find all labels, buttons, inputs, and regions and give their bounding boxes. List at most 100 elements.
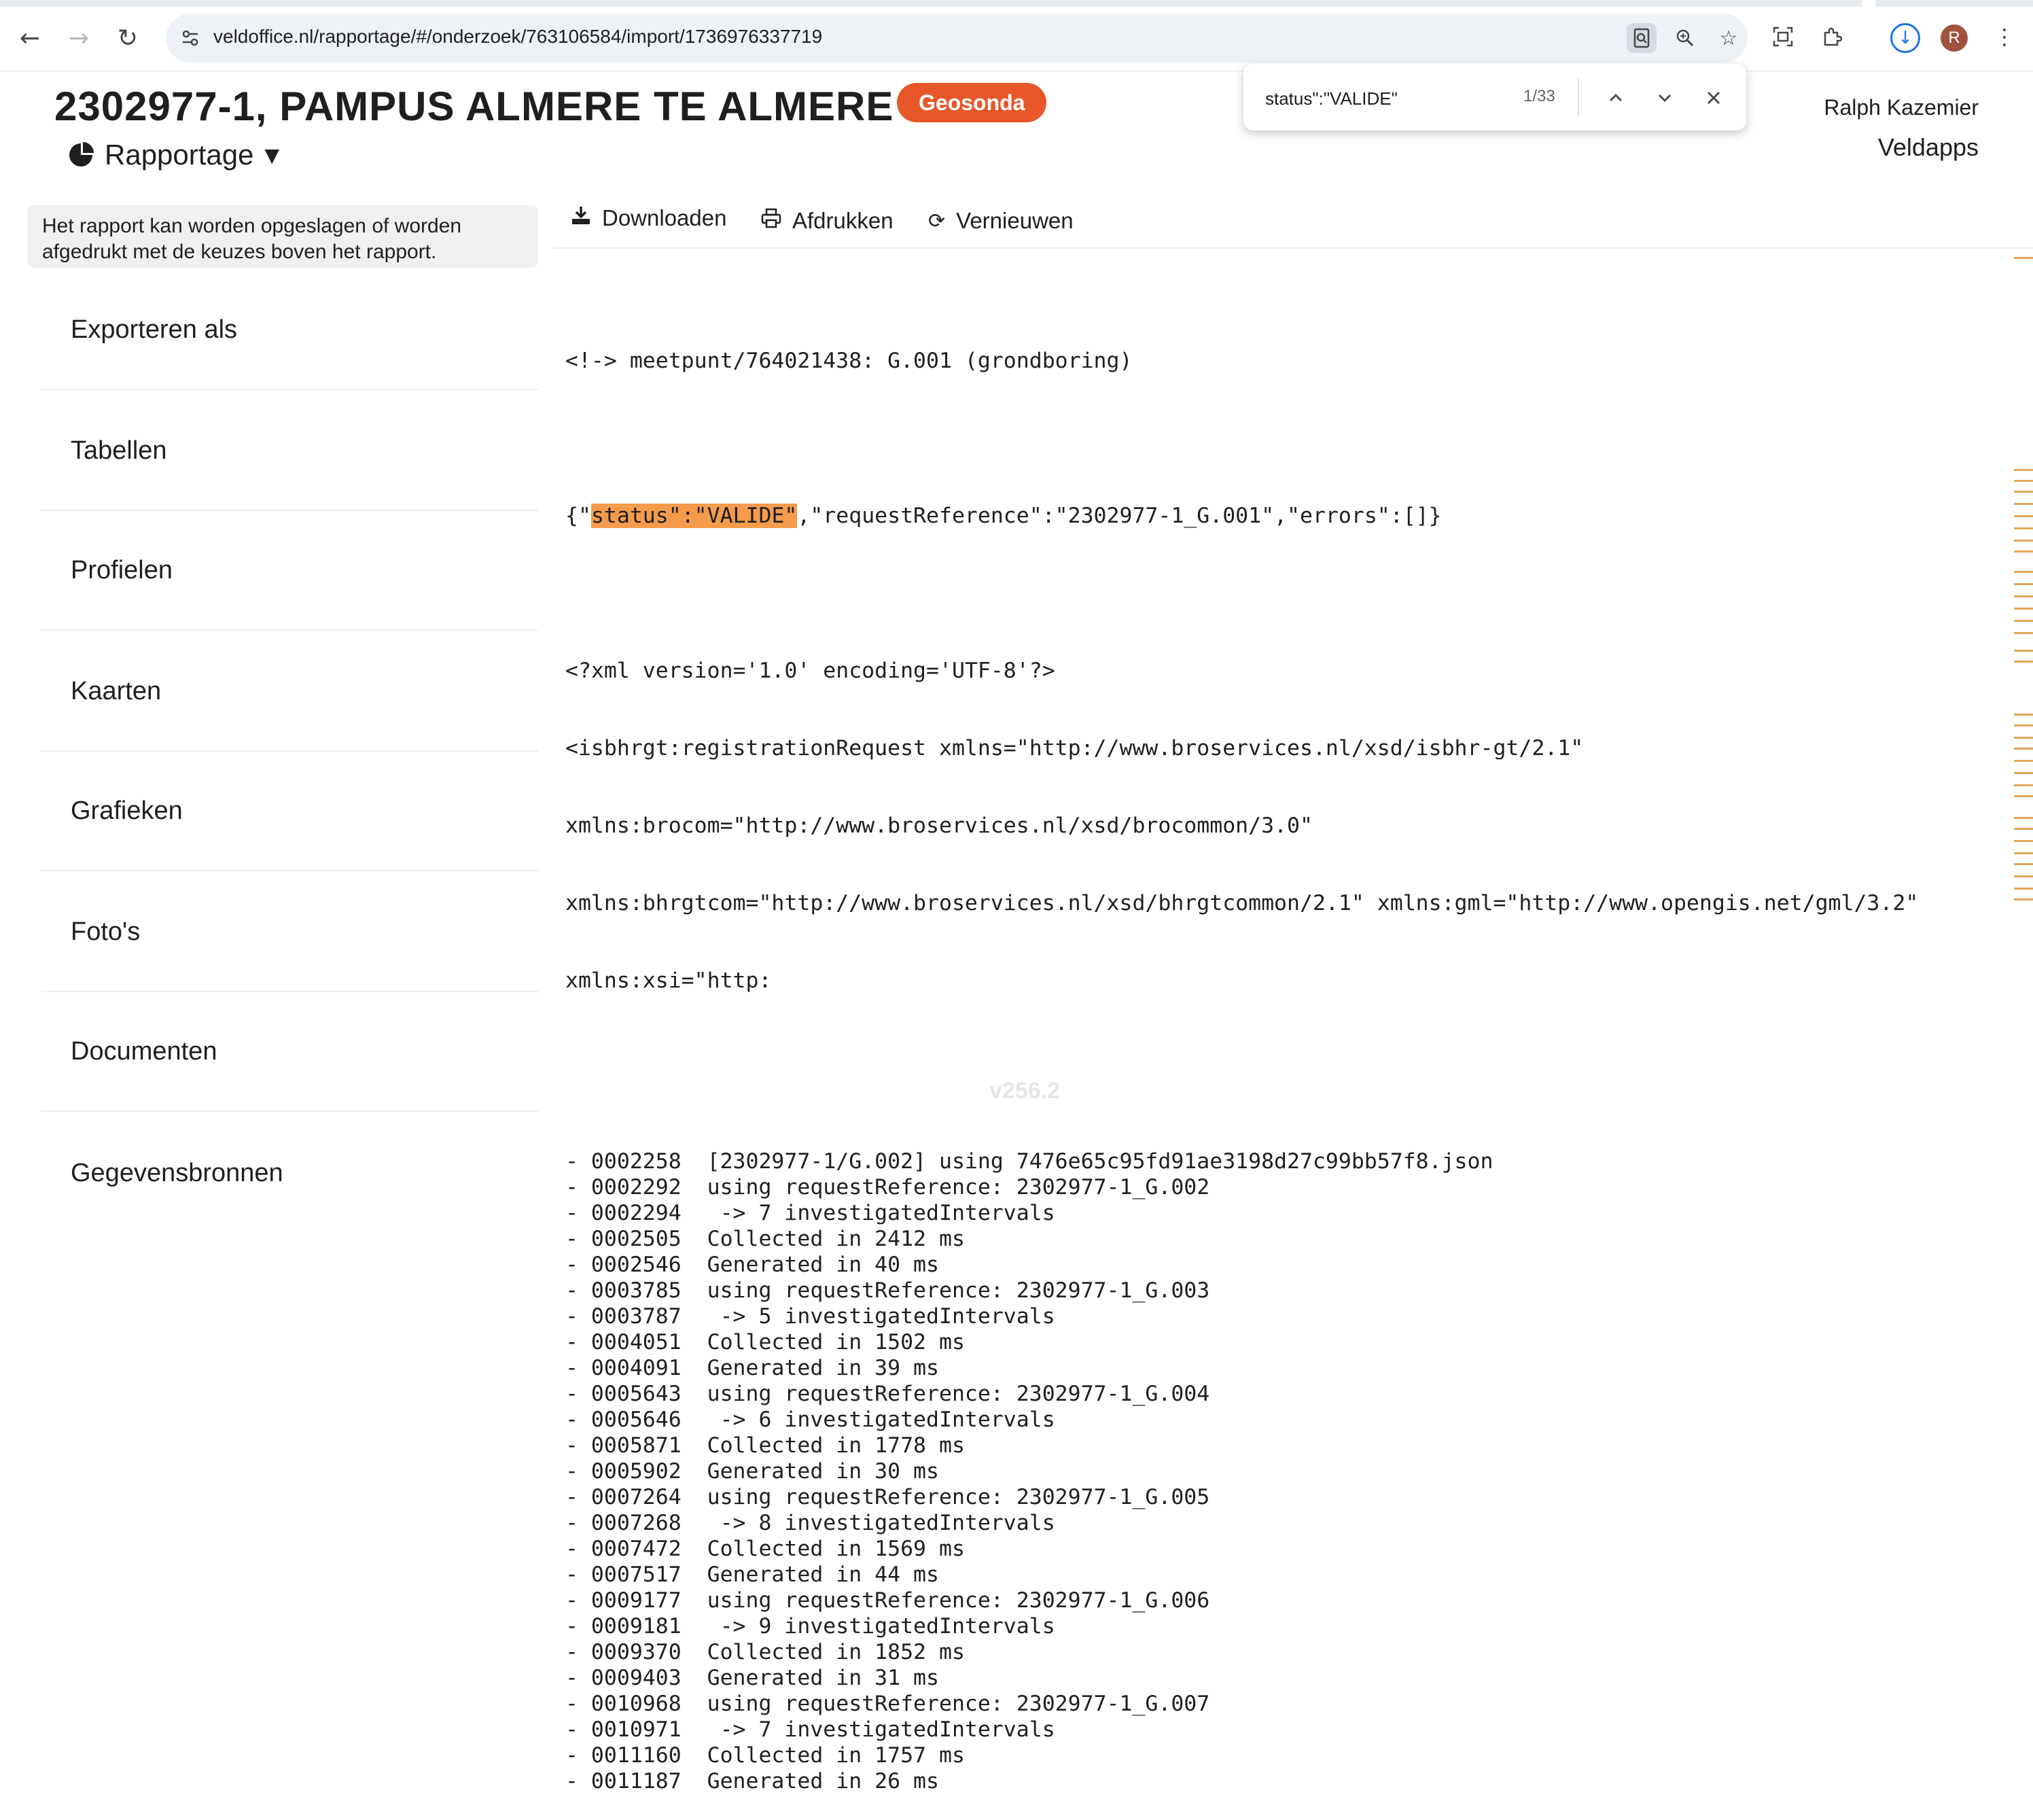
scroll-marker	[2014, 714, 2033, 716]
log-spacer	[565, 580, 1979, 606]
scroll-marker	[2014, 863, 2033, 865]
organization-name[interactable]: Veldapps	[1878, 133, 1979, 162]
scroll-marker	[2014, 828, 2033, 830]
scroll-marker	[2014, 875, 2033, 877]
scroll-marker	[2014, 888, 2033, 890]
scroll-marker	[2014, 784, 2033, 786]
pie-chart-icon	[69, 142, 94, 167]
log-entry-line: - 0002292 using requestReference: 230297…	[565, 1175, 1210, 1200]
sidebar-item-label: Kaarten	[71, 676, 162, 705]
download-button[interactable]: Downloaden	[571, 197, 726, 239]
zoom-icon[interactable]	[1670, 23, 1700, 53]
xml-line: xmlns:brocom="http://www.broservices.nl/…	[565, 813, 1313, 838]
log-entry-line: - 0004051 Collected in 1502 ms	[565, 1330, 965, 1354]
scroll-marker	[2014, 748, 2033, 750]
refresh-icon: ⟳	[928, 209, 946, 233]
screenshot-icon[interactable]	[1767, 20, 1799, 53]
find-input[interactable]	[1264, 84, 1498, 113]
log-entry-line: - 0004091 Generated in 39 ms	[565, 1356, 939, 1380]
bookmark-star-icon[interactable]: ☆	[1714, 23, 1744, 53]
profile-avatar[interactable]: R	[1941, 24, 1968, 52]
find-bar: 1/33	[1243, 64, 1746, 130]
log-entry-line: - 0007472 Collected in 1569 ms	[565, 1537, 965, 1561]
sidebar-item-label: Foto's	[71, 917, 141, 946]
back-icon[interactable]: ←	[11, 19, 49, 57]
scroll-marker	[2014, 724, 2033, 727]
report-menu-dropdown[interactable]: Rapportage ▼	[68, 139, 279, 171]
reload-icon[interactable]: ↻	[109, 19, 147, 57]
sidebar-item-label: Grafieken	[71, 796, 183, 825]
log-entry-line: - 0005902 Generated in 30 ms	[565, 1459, 939, 1484]
url-text[interactable]: veldoffice.nl/rapportage/#/onderzoek/763…	[213, 26, 822, 48]
more-menu-icon[interactable]: ⋮	[1988, 20, 2021, 53]
sidebar-item-label: Gegevensbronnen	[71, 1158, 283, 1187]
scroll-marker	[2014, 632, 2033, 634]
print-icon	[761, 208, 781, 234]
log-spacer	[565, 425, 1979, 451]
find-in-page-icon[interactable]	[1627, 23, 1657, 53]
scroll-marker	[2014, 583, 2033, 585]
sidebar-item-grafieken[interactable]: Grafieken	[41, 752, 538, 871]
user-name[interactable]: Ralph Kazemier	[1824, 95, 1979, 120]
download-icon[interactable]: ↓	[1890, 23, 1920, 53]
scroll-marker	[2014, 795, 2033, 797]
scroll-marker	[2014, 480, 2033, 482]
log-entry-line: - 0010968 using requestReference: 230297…	[565, 1692, 1210, 1716]
log-entry-line: - 0005871 Collected in 1778 ms	[565, 1433, 965, 1458]
find-result-scroll-markers	[2014, 245, 2033, 1221]
page-title: 2302977-1, PAMPUS ALMERE TE ALMERE	[54, 84, 894, 129]
download-label: Downloaden	[602, 205, 727, 230]
scroll-marker	[2014, 491, 2033, 493]
report-menu-label: Rapportage	[105, 139, 254, 171]
find-close-icon[interactable]	[1697, 82, 1730, 114]
scroll-marker	[2014, 620, 2033, 622]
json-suffix: ,"requestReference":"2302977-1_G.001","e…	[797, 504, 1442, 528]
tab-strip	[0, 0, 1862, 7]
scroll-marker	[2014, 469, 2033, 471]
download-icon	[571, 205, 591, 231]
log-entry-line: - 0011187 Generated in 26 ms	[565, 1769, 939, 1793]
forward-icon[interactable]: →	[60, 19, 98, 57]
refresh-button[interactable]: ⟳ Vernieuwen	[928, 200, 1074, 242]
caret-down-icon: ▼	[264, 143, 280, 167]
sidebar-item-gegevensbronnen[interactable]: Gegevensbronnen	[41, 1113, 538, 1233]
xml-line: xmlns:bhrgtcom="http://www.broservices.n…	[565, 891, 1919, 915]
sidebar-item-label: Profielen	[71, 555, 173, 584]
log-entry-line: - 0002546 Generated in 40 ms	[565, 1253, 939, 1277]
log-entry-line: - 0009181 -> 9 investigatedIntervals	[565, 1614, 1055, 1639]
log-entry-line: - 0002294 -> 7 investigatedIntervals	[565, 1201, 1055, 1225]
scroll-marker	[2014, 840, 2033, 842]
scroll-marker	[2014, 540, 2033, 542]
sidebar-item-kaarten[interactable]: Kaarten	[41, 632, 538, 752]
sidebar-item-fotos[interactable]: Foto's	[41, 873, 538, 992]
log-comment-line: <!-> meetpunt/764021438: G.001 (grondbor…	[565, 349, 1133, 373]
sidebar-item-tabellen[interactable]: Tabellen	[41, 391, 538, 511]
print-label: Afdrukken	[792, 208, 894, 233]
log-entry-line: - 0002505 Collected in 2412 ms	[565, 1227, 965, 1251]
log-entry-line: - 0003785 using requestReference: 230297…	[565, 1278, 1210, 1303]
scroll-marker	[2014, 852, 2033, 854]
scroll-marker	[2014, 550, 2033, 553]
site-settings-icon[interactable]	[175, 23, 205, 53]
sidebar-item-exporteren[interactable]: Exporteren als	[41, 270, 538, 390]
find-previous-icon[interactable]	[1599, 82, 1632, 114]
extensions-icon[interactable]	[1816, 20, 1848, 53]
log-entries: - 0002258 [2302977-1/G.002] using 7476e6…	[565, 1149, 1979, 1794]
scroll-marker	[2014, 650, 2033, 652]
version-watermark: v256.2	[989, 1078, 1060, 1104]
scroll-marker	[2014, 571, 2033, 573]
sidebar-item-label: Exporteren als	[71, 315, 238, 344]
sidebar-item-profielen[interactable]: Profielen	[41, 511, 538, 631]
address-bar[interactable]: veldoffice.nl/rapportage/#/onderzoek/763…	[166, 14, 1748, 63]
scroll-marker	[2014, 503, 2033, 505]
report-toolbar: Downloaden Afdrukken ⟳ Vernieuwen	[553, 197, 2033, 249]
json-prefix: {"	[565, 504, 591, 528]
scroll-marker	[2014, 760, 2033, 762]
log-entry-line: - 0010971 -> 7 investigatedIntervals	[565, 1717, 1055, 1742]
find-next-icon[interactable]	[1648, 82, 1681, 114]
print-button[interactable]: Afdrukken	[761, 200, 894, 242]
log-entry-line: - 0007264 using requestReference: 230297…	[565, 1485, 1210, 1509]
sidebar-item-documenten[interactable]: Documenten	[41, 992, 538, 1112]
scroll-marker	[2014, 515, 2033, 517]
sidebar-item-label: Documenten	[71, 1036, 217, 1066]
